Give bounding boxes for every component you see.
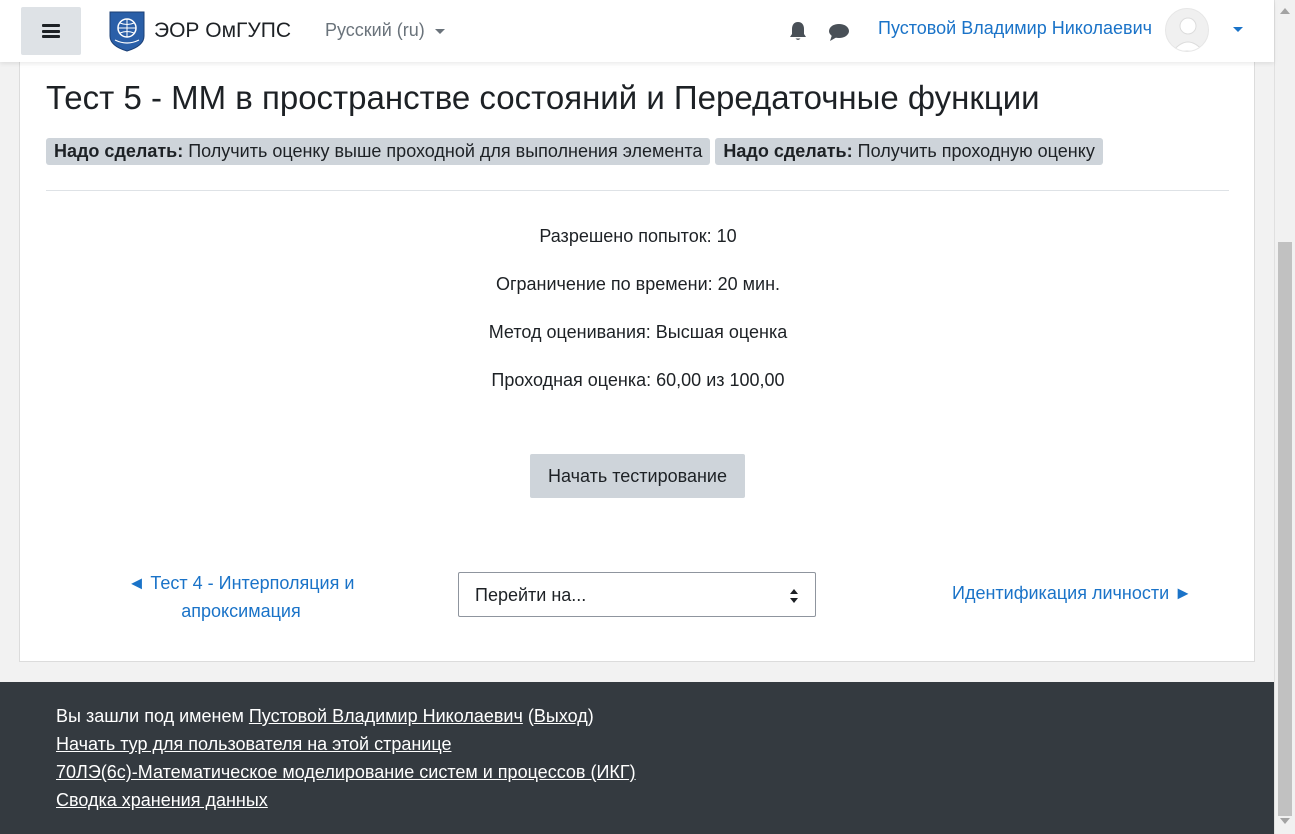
jump-to-select-value: Перейти на...	[475, 585, 587, 605]
logout-paren-close: )	[587, 706, 594, 726]
passing-grade: Проходная оценка: 60,00 из 100,00	[491, 370, 785, 390]
prev-activity-link[interactable]: ◄ Тест 4 - Интерполяция и апроксимация	[100, 569, 382, 625]
avatar-silhouette-icon	[1172, 17, 1204, 51]
completion-requirements: Надо сделать: Получить оценку выше прохо…	[46, 138, 1103, 165]
divider	[46, 190, 1229, 191]
completion-badge: Надо сделать: Получить оценку выше прохо…	[46, 138, 711, 165]
completion-badge-text: Получить проходную оценку	[857, 141, 1095, 161]
data-retention-line: Сводка хранения данных	[56, 790, 268, 811]
time-limit: Ограничение по времени: 20 мин.	[495, 274, 781, 294]
completion-badge: Надо сделать: Получить проходную оценку	[715, 138, 1103, 165]
chat-icon[interactable]	[827, 21, 851, 43]
scroll-down-icon[interactable]	[1280, 818, 1290, 824]
university-logo	[109, 11, 145, 52]
page-footer: Вы зашли под именем Пустовой Владимир Ни…	[0, 682, 1274, 834]
scrollbar-thumb[interactable]	[1278, 242, 1292, 816]
course-link[interactable]: 70ЛЭ(6с)-Математическое моделирование си…	[56, 762, 636, 782]
start-tour-link[interactable]: Начать тур для пользователя на этой стра…	[56, 734, 451, 754]
select-arrows-icon	[790, 589, 798, 603]
scroll-up-icon[interactable]	[1280, 8, 1290, 14]
page-title: Тест 5 - ММ в пространстве состояний и П…	[46, 79, 1040, 116]
course-line: 70ЛЭ(6с)-Математическое моделирование си…	[56, 762, 636, 783]
top-navbar: ЭОР ОмГУПС Русский (ru) Пустовой Владими…	[0, 0, 1274, 62]
login-info: Вы зашли под именем Пустовой Владимир Ни…	[56, 706, 594, 727]
next-activity-link[interactable]: Идентификация личности ►	[952, 583, 1192, 604]
footer-user-link[interactable]: Пустовой Владимир Николаевич	[249, 706, 523, 726]
language-label: Русский (ru)	[325, 20, 425, 40]
menu-toggle-button[interactable]	[21, 7, 81, 55]
logout-link[interactable]: Выход	[534, 706, 588, 726]
brand-name: ЭОР ОмГУПС	[154, 19, 292, 42]
prev-activity-link-line2: апроксимация	[181, 601, 301, 621]
quiz-main-card: Тест 5 - ММ в пространстве состояний и П…	[19, 40, 1255, 662]
user-avatar[interactable]	[1165, 8, 1209, 52]
site-brand[interactable]: ЭОР ОмГУПС	[108, 10, 291, 52]
tour-line: Начать тур для пользователя на этой стра…	[56, 734, 451, 755]
start-attempt-button[interactable]: Начать тестирование	[530, 454, 745, 498]
chevron-down-icon	[434, 29, 445, 34]
completion-badge-label: Надо сделать:	[54, 141, 184, 161]
jump-to-select[interactable]: Перейти на...	[458, 572, 816, 617]
language-menu[interactable]: Русский (ru)	[325, 20, 445, 41]
attempts-allowed: Разрешено попыток: 10	[539, 226, 737, 246]
login-info-prefix: Вы зашли под именем	[56, 706, 244, 726]
menu-icon	[42, 24, 60, 38]
user-menu-chevron-icon[interactable]	[1233, 27, 1243, 32]
completion-badge-label: Надо сделать:	[723, 141, 853, 161]
grading-method: Метод оценивания: Высшая оценка	[488, 322, 788, 342]
bell-icon[interactable]	[787, 20, 809, 42]
data-retention-link[interactable]: Сводка хранения данных	[56, 790, 268, 810]
user-menu-name[interactable]: Пустовой Владимир Николаевич	[878, 18, 1152, 39]
completion-badge-text: Получить оценку выше проходной для выпол…	[188, 141, 703, 161]
page-scrollbar[interactable]	[1274, 0, 1295, 834]
prev-activity-link-line1: ◄ Тест 4 - Интерполяция и	[127, 573, 355, 593]
